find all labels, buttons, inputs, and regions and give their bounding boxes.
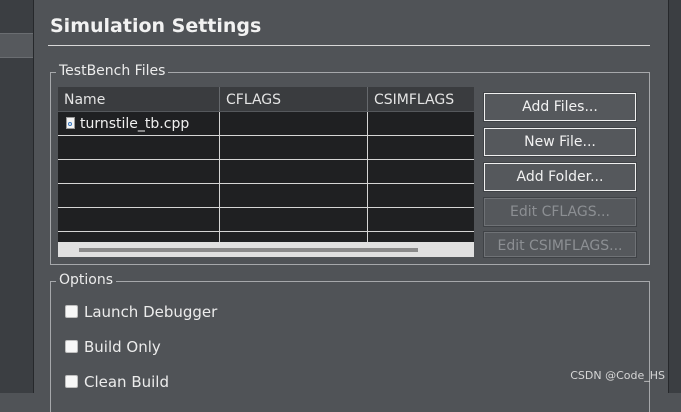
empty-cell: [58, 208, 220, 231]
empty-cell: [220, 160, 368, 183]
cpp-file-icon: [66, 117, 75, 129]
empty-cell: [220, 136, 368, 159]
build-only-label[interactable]: Build Only: [84, 338, 161, 356]
empty-cell: [220, 208, 368, 231]
testbench-files-group: TestBench Files Name CFLAGS CSIMFLAGS tu…: [50, 63, 650, 265]
table-row-empty: [58, 160, 474, 184]
empty-cell: [368, 136, 474, 159]
table-row[interactable]: turnstile_tb.cpp: [58, 112, 474, 136]
clean-build-checkbox[interactable]: [65, 375, 78, 388]
empty-cell: [58, 160, 220, 183]
testbench-files-legend: TestBench Files: [56, 63, 169, 79]
selected-nav-item[interactable]: [0, 33, 33, 58]
empty-cell: [368, 160, 474, 183]
horizontal-scrollbar[interactable]: [58, 242, 474, 257]
empty-cell: [220, 184, 368, 207]
empty-cell: [368, 208, 474, 231]
left-navigation-panel: [0, 0, 34, 393]
clean-build-label[interactable]: Clean Build: [84, 373, 169, 391]
add-folder-button[interactable]: Add Folder...: [483, 162, 637, 192]
csimflags-cell[interactable]: [368, 112, 474, 135]
page-title: Simulation Settings: [50, 15, 262, 37]
edit-cflags-button: Edit CFLAGS...: [483, 197, 637, 227]
empty-cell: [58, 184, 220, 207]
column-header-name[interactable]: Name: [58, 87, 220, 111]
launch-debugger-label[interactable]: Launch Debugger: [84, 303, 217, 321]
column-header-cflags[interactable]: CFLAGS: [220, 87, 368, 111]
build-only-checkbox[interactable]: [65, 340, 78, 353]
testbench-files-table[interactable]: Name CFLAGS CSIMFLAGS turnstile_tb.cpp: [58, 87, 474, 257]
right-panel-edge: [668, 0, 681, 393]
file-name: turnstile_tb.cpp: [80, 116, 190, 132]
table-row-empty: [58, 184, 474, 208]
scrollbar-thumb[interactable]: [79, 248, 418, 252]
edit-csimflags-button: Edit CSIMFLAGS...: [483, 231, 637, 258]
watermark: CSDN @Code_HS: [570, 369, 665, 382]
new-file-button[interactable]: New File...: [483, 127, 637, 157]
table-row-empty: [58, 136, 474, 160]
add-files-button[interactable]: Add Files...: [483, 92, 637, 122]
launch-debugger-checkbox[interactable]: [65, 305, 78, 318]
file-name-cell[interactable]: turnstile_tb.cpp: [58, 112, 220, 135]
title-divider: [48, 45, 650, 46]
options-legend: Options: [56, 272, 117, 288]
table-header: Name CFLAGS CSIMFLAGS: [58, 87, 474, 112]
cflags-cell[interactable]: [220, 112, 368, 135]
column-header-csimflags[interactable]: CSIMFLAGS: [368, 87, 474, 111]
options-group: Options Launch Debugger Build Only Clean…: [50, 272, 650, 412]
empty-cell: [368, 184, 474, 207]
empty-cell: [58, 136, 220, 159]
table-row-empty: [58, 208, 474, 232]
